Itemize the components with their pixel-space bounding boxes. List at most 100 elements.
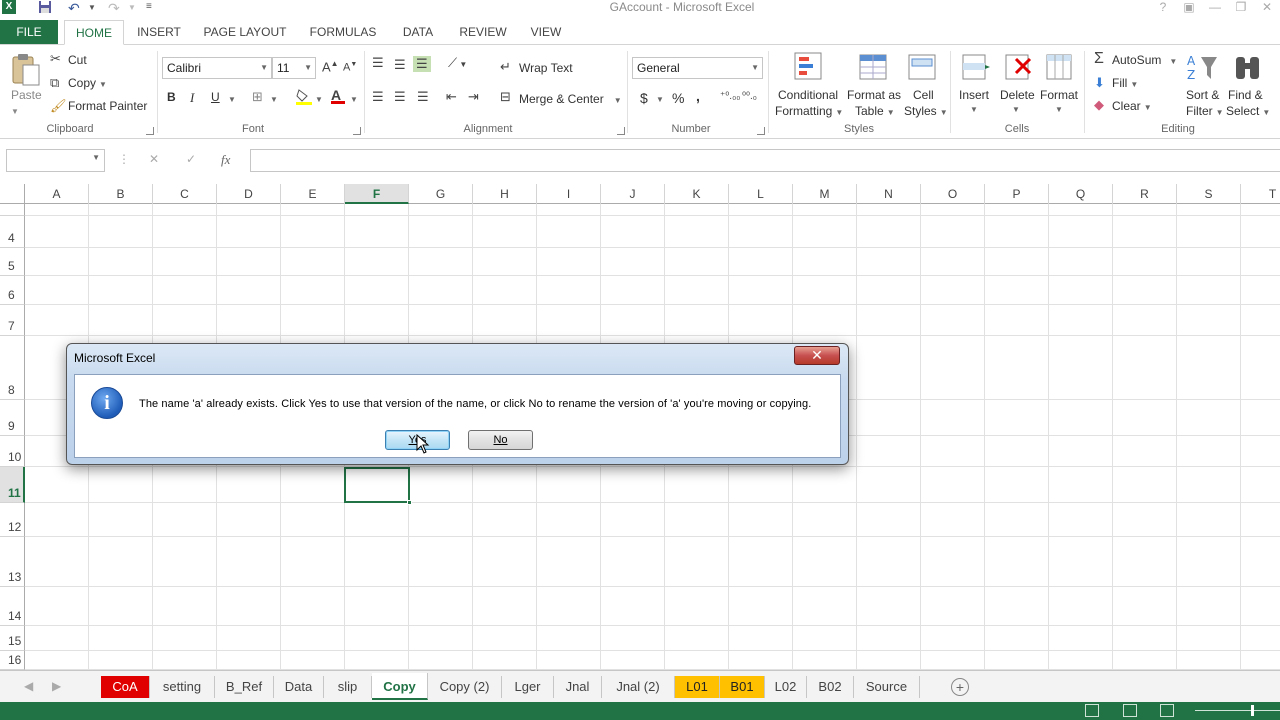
sheet-tab-b02[interactable]: B02 <box>807 676 854 698</box>
scroll-right-icon[interactable]: ▶ <box>52 679 61 693</box>
chevron-down-icon[interactable]: ▼ <box>1169 57 1177 66</box>
row-header-9[interactable]: 9 <box>0 400 25 436</box>
column-header-g[interactable]: G <box>409 184 473 204</box>
column-header-d[interactable]: D <box>217 184 281 204</box>
formula-input[interactable] <box>250 149 1280 172</box>
increase-indent-icon[interactable]: ⇥ <box>468 89 479 105</box>
cell-styles-icon[interactable] <box>907 51 939 83</box>
row-header-6[interactable]: 6 <box>0 276 25 305</box>
font-size-select[interactable]: 11 ▼ <box>272 57 316 79</box>
font-color-icon[interactable]: A <box>331 87 345 104</box>
row-header-14[interactable]: 14 <box>0 587 25 626</box>
tab-review[interactable]: REVIEW <box>452 20 514 45</box>
font-launcher-icon[interactable] <box>353 127 361 135</box>
cut-button[interactable]: Cut <box>68 53 87 67</box>
column-header-j[interactable]: J <box>601 184 665 204</box>
no-button[interactable]: No <box>468 430 533 450</box>
column-header-e[interactable]: E <box>281 184 345 204</box>
sheet-tab-setting[interactable]: setting <box>150 676 215 698</box>
column-header-p[interactable]: P <box>985 184 1049 204</box>
ribbon-display-icon[interactable]: ▣ <box>1176 0 1202 14</box>
bottom-align-icon[interactable]: ☰ <box>413 56 431 72</box>
enter-entry-icon[interactable]: ✓ <box>186 152 196 166</box>
align-right-icon[interactable]: ☰ <box>417 89 429 105</box>
top-align-icon[interactable]: ☰ <box>372 55 384 71</box>
alignment-launcher-icon[interactable] <box>617 127 625 135</box>
currency-button[interactable]: $ <box>640 90 648 106</box>
format-cells-button[interactable]: Format <box>1040 88 1078 102</box>
cell-styles-label-2[interactable]: Styles ▼ <box>904 104 948 118</box>
add-sheet-button[interactable]: + <box>951 678 969 696</box>
column-header-q[interactable]: Q <box>1049 184 1113 204</box>
row-header-10[interactable]: 10 <box>0 436 25 467</box>
select-all-corner[interactable] <box>0 184 25 204</box>
fill-color-dropdown-icon[interactable]: ▼ <box>315 95 323 104</box>
row-header-4[interactable]: 4 <box>0 216 25 248</box>
tab-insert[interactable]: INSERT <box>130 20 188 45</box>
merge-center-button[interactable]: Merge & Center ▼ <box>519 92 622 106</box>
paste-dropdown-icon[interactable]: ▼ <box>11 107 19 116</box>
insert-cells-icon[interactable] <box>959 51 991 83</box>
column-header-s[interactable]: S <box>1177 184 1241 204</box>
column-header-h[interactable]: H <box>473 184 537 204</box>
restore-button[interactable]: ❐ <box>1228 0 1254 14</box>
underline-dropdown-icon[interactable]: ▼ <box>228 95 236 104</box>
autosum-button[interactable]: AutoSum ▼ <box>1112 53 1177 67</box>
column-header-k[interactable]: K <box>665 184 729 204</box>
clipboard-launcher-icon[interactable] <box>146 127 154 135</box>
orientation-icon[interactable]: ⟋ ▼ <box>448 55 467 71</box>
delete-cells-button[interactable]: Delete <box>1000 88 1035 102</box>
tab-formulas[interactable]: FORMULAS <box>302 20 384 45</box>
binoculars-icon[interactable] <box>1233 53 1265 85</box>
underline-button[interactable]: U <box>211 90 220 104</box>
increase-font-icon[interactable]: A▲ <box>322 59 339 74</box>
row-header-11[interactable]: 11 <box>0 467 25 503</box>
insert-function-icon[interactable]: fx <box>221 152 230 168</box>
row-header-8[interactable]: 8 <box>0 336 25 400</box>
decrease-font-icon[interactable]: A▼ <box>343 61 357 74</box>
sort-filter-label-2[interactable]: Filter ▼ <box>1186 104 1224 118</box>
find-select-label-2[interactable]: Select ▼ <box>1226 104 1270 118</box>
format-dropdown-icon[interactable]: ▼ <box>1055 105 1063 114</box>
page-layout-view-icon[interactable] <box>1123 704 1137 717</box>
clear-button[interactable]: Clear ▼ <box>1112 99 1152 113</box>
scroll-left-icon[interactable]: ◀ <box>24 679 33 693</box>
sheet-tab-lger[interactable]: Lger <box>502 676 554 698</box>
column-header-i[interactable]: I <box>537 184 601 204</box>
middle-align-icon[interactable]: ☰ <box>394 57 406 73</box>
sheet-tab-slip[interactable]: slip <box>324 676 372 698</box>
paste-icon[interactable] <box>10 53 42 86</box>
number-format-select[interactable]: General ▼ <box>632 57 763 79</box>
minimize-button[interactable]: — <box>1202 0 1228 14</box>
column-header-r[interactable]: R <box>1113 184 1177 204</box>
row-header-5[interactable]: 5 <box>0 248 25 276</box>
tab-file[interactable]: FILE <box>0 20 58 45</box>
column-header-c[interactable]: C <box>153 184 217 204</box>
column-header-b[interactable]: B <box>89 184 153 204</box>
format-as-table-button[interactable]: Format as <box>847 88 901 102</box>
sort-filter-button[interactable]: Sort & <box>1186 88 1219 102</box>
fill-button[interactable]: Fill ▼ <box>1112 76 1138 90</box>
sheet-tab-b01[interactable]: B01 <box>720 676 765 698</box>
comma-button[interactable]: , <box>696 88 700 104</box>
sheet-tab-l01[interactable]: L01 <box>675 676 720 698</box>
column-header-f[interactable]: F <box>345 184 409 204</box>
format-as-table-icon[interactable] <box>858 51 890 83</box>
copy-dropdown-icon[interactable]: ▼ <box>99 80 107 89</box>
decrease-decimal-icon[interactable]: ⁰⁰.₀ <box>742 91 757 102</box>
row-header-15[interactable]: 15 <box>0 626 25 651</box>
sheet-tab-jnal[interactable]: Jnal <box>554 676 602 698</box>
row-header-7[interactable]: 7 <box>0 305 25 336</box>
font-name-select[interactable]: Calibri ▼ <box>162 57 272 79</box>
sheet-tab-copy-2[interactable]: Copy (2) <box>428 676 502 698</box>
fill-handle[interactable] <box>407 500 412 505</box>
delete-dropdown-icon[interactable]: ▼ <box>1012 105 1020 114</box>
insert-cells-button[interactable]: Insert <box>959 88 989 102</box>
percent-button[interactable]: % <box>672 90 684 106</box>
fill-color-icon[interactable] <box>296 88 312 108</box>
insert-dropdown-icon[interactable]: ▼ <box>970 105 978 114</box>
sheet-tab-coa[interactable]: CoA <box>101 676 150 698</box>
cell-styles-button[interactable]: Cell <box>913 88 934 102</box>
format-cells-icon[interactable] <box>1043 51 1075 83</box>
name-box[interactable]: ▼ <box>6 149 105 172</box>
